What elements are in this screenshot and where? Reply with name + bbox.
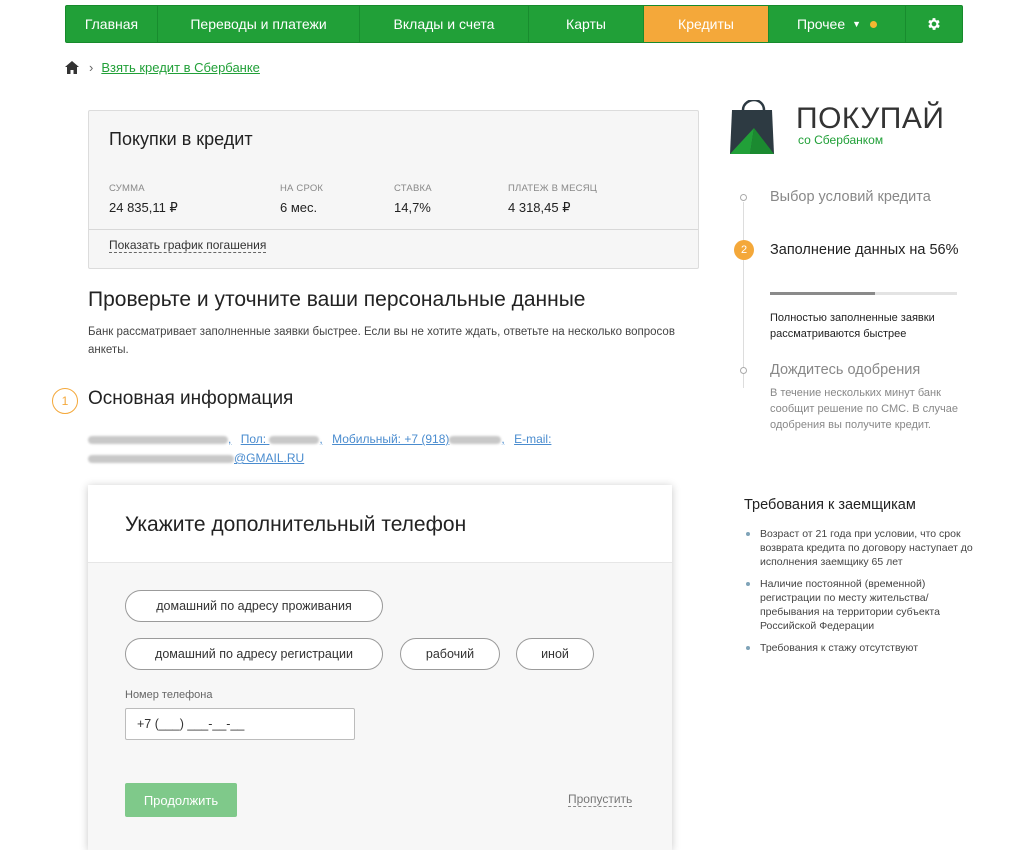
step-2-title: Заполнение данных на 56% [770, 242, 959, 258]
option-work[interactable]: рабочий [400, 638, 500, 670]
requirements-list: Возраст от 21 года при условии, что срок… [744, 527, 974, 663]
list-item: Наличие постоянной (временной) регистрац… [744, 577, 974, 633]
step-2-note: Полностью заполненные заявки рассматрива… [770, 312, 935, 340]
progress-bar [770, 292, 957, 295]
option-home-registration[interactable]: домашний по адресу регистрации [125, 638, 383, 670]
option-other[interactable]: иной [516, 638, 594, 670]
divider [89, 229, 698, 230]
gender-link[interactable]: Пол: , [241, 432, 323, 446]
nav-item-home[interactable]: Главная [66, 6, 158, 42]
redacted-gender [269, 435, 320, 444]
redacted-name [88, 435, 228, 444]
step-2-badge: 2 [734, 240, 754, 260]
notification-dot-icon [870, 20, 878, 28]
nav-item-deposits[interactable]: Вклады и счета [360, 6, 529, 42]
skip-link[interactable]: Пропустить [568, 793, 633, 807]
continue-button[interactable]: Продолжить [125, 783, 237, 817]
card-title: Укажите дополнительный телефон [125, 513, 467, 536]
basic-info-title: Основная информация [88, 388, 294, 409]
credit-summary: Покупки в кредит СУММА 24 835,11 ₽ НА СР… [88, 110, 699, 269]
step-dot [740, 194, 747, 201]
nav-item-credits[interactable]: Кредиты [644, 6, 769, 42]
email-label-link[interactable]: E-mail: [514, 432, 551, 446]
credit-term: НА СРОК 6 мес. [280, 183, 324, 215]
credit-title: Покупки в кредит [109, 129, 253, 149]
logo-subtitle: со Сбербанком [798, 133, 884, 147]
mobile-link[interactable]: Мобильный: +7 (918), [332, 432, 505, 446]
step-1-title: Выбор условий кредита [770, 189, 931, 205]
nav-item-cards[interactable]: Карты [529, 6, 644, 42]
phone-input[interactable]: +7 (___) ___-__-__ [125, 708, 355, 740]
name-link[interactable]: , [88, 432, 231, 446]
breadcrumb: › Взять кредит в Сбербанке [65, 60, 260, 75]
redacted-mobile [449, 435, 502, 444]
step-dot [740, 367, 747, 374]
phone-field-label: Номер телефона [125, 689, 213, 701]
list-item: Требования к стажу отсутствуют [744, 641, 974, 655]
redacted-email [88, 454, 234, 463]
pokupay-logo: ПОКУПАЙ со Сбербанком [728, 100, 958, 160]
gear-icon [928, 18, 940, 30]
check-data-title: Проверьте и уточните ваши персональные д… [88, 288, 586, 311]
email-link[interactable]: @GMAIL.RU [88, 451, 304, 465]
credit-sum: СУММА 24 835,11 ₽ [109, 183, 178, 215]
requirements-title: Требования к заемщикам [744, 497, 916, 513]
personal-data-summary: , Пол: , Мобильный: +7 (918), E-mail: @G… [88, 430, 648, 468]
nav-item-transfers[interactable]: Переводы и платежи [158, 6, 360, 42]
step-number-badge: 1 [52, 388, 78, 414]
additional-phone-card: Укажите дополнительный телефон домашний … [88, 485, 672, 850]
step-3-title: Дождитесь одобрения [770, 362, 921, 378]
chevron-right-icon: › [89, 60, 94, 75]
credit-rate: СТАВКА 14,7% [394, 183, 432, 215]
logo-word: ПОКУПАЙ [796, 102, 945, 135]
top-nav: Главная Переводы и платежи Вклады и счет… [65, 5, 963, 43]
card-header: Укажите дополнительный телефон [88, 485, 672, 563]
check-data-description: Банк рассматривает заполненные заявки бы… [88, 326, 675, 356]
list-item: Возраст от 21 года при условии, что срок… [744, 527, 974, 569]
step-3-note: В течение нескольких минут банк сообщит … [770, 387, 958, 431]
shopping-bag-icon [730, 100, 774, 154]
option-home-residence[interactable]: домашний по адресу проживания [125, 590, 383, 622]
settings-button[interactable] [906, 6, 962, 42]
caret-down-icon: ▼ [852, 19, 862, 29]
progress-fill [770, 292, 875, 295]
card-body: домашний по адресу проживания домашний п… [88, 563, 672, 850]
nav-item-other[interactable]: Прочее ▼ [769, 6, 906, 42]
home-icon[interactable] [65, 61, 79, 74]
show-schedule-link[interactable]: Показать график погашения [109, 238, 267, 253]
credit-payment: ПЛАТЕЖ В МЕСЯЦ 4 318,45 ₽ [508, 183, 597, 215]
steps-line [743, 202, 744, 388]
breadcrumb-link-take-credit[interactable]: Взять кредит в Сбербанке [101, 60, 260, 75]
